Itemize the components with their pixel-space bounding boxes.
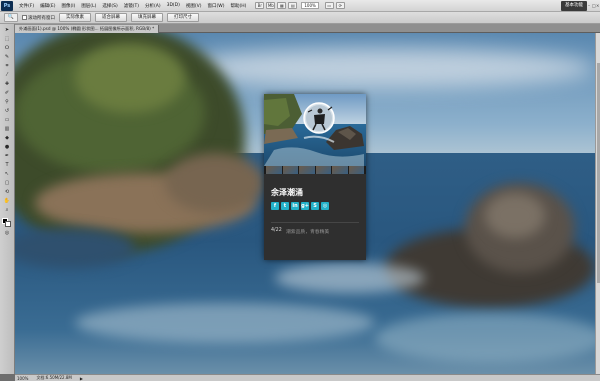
dodge-tool-icon[interactable]: ● [3, 144, 12, 151]
gradient-tool-icon[interactable]: ▥ [3, 126, 12, 133]
menu-window[interactable]: 窗口(W) [204, 3, 227, 9]
dribbble-icon[interactable]: ◎ [321, 202, 329, 210]
move-tool-icon[interactable]: ➤ [3, 27, 12, 34]
menu-analysis[interactable]: 分析(A) [142, 3, 164, 9]
canvas-clouds [175, 48, 595, 88]
print-size-button[interactable]: 打印尺寸 [167, 13, 199, 22]
vertical-scrollbar[interactable] [595, 33, 600, 374]
menu-layer[interactable]: 图层(L) [78, 3, 99, 9]
lasso-tool-icon[interactable]: ⵔ [3, 45, 12, 52]
thumbnail[interactable] [299, 166, 315, 174]
history-brush-tool-icon[interactable]: ↺ [3, 108, 12, 115]
arrange-docs-icon[interactable]: ▤ [288, 2, 298, 9]
card-thumbnail-strip [264, 166, 366, 174]
card-date: 4/22 [271, 228, 282, 233]
eyedropper-tool-icon[interactable]: ⁄ [3, 72, 12, 79]
screen-mode-icons: ▭ ⟳ [324, 2, 345, 9]
card-cover-svg [264, 94, 366, 166]
status-bar: 100% 文档:6.50M/22.8M ▶ [15, 374, 600, 381]
thumbnail[interactable] [266, 166, 282, 174]
blur-tool-icon[interactable]: ◆ [3, 135, 12, 142]
thumbnail[interactable] [282, 166, 298, 174]
zoom-level-field[interactable]: 100% [301, 2, 319, 9]
3d-rotate-tool-icon[interactable]: ⟲ [3, 189, 12, 196]
hand-tool-icon[interactable]: ✋ [3, 198, 12, 205]
card-cover-image [264, 94, 366, 166]
card-divider [271, 222, 359, 223]
options-bar: 🔍 滚动所有窗口 实际像素 适合屏幕 填充屏幕 打印尺寸 [0, 12, 600, 24]
zoom-tool-preset-icon[interactable]: 🔍 [4, 13, 18, 22]
skype-icon[interactable]: S [311, 202, 319, 210]
google-plus-icon[interactable]: g+ [301, 202, 309, 210]
card-description: 潮紫品质，青春精美 [286, 230, 330, 235]
pen-tool-icon[interactable]: ✒ [3, 153, 12, 160]
workspace-switcher[interactable]: 基本功能 [561, 1, 587, 11]
photoshop-logo: Ps [1, 0, 13, 11]
crop-tool-icon[interactable]: ⌗ [3, 63, 12, 70]
color-swatches[interactable] [2, 218, 12, 228]
menu-help[interactable]: 帮助(H) [227, 3, 249, 9]
canvas-waves [75, 303, 375, 343]
scroll-all-windows-checkbox[interactable]: 滚动所有窗口 [22, 15, 55, 21]
type-tool-icon[interactable]: T [3, 162, 12, 169]
bridge-icon[interactable]: Br [255, 2, 265, 9]
menu-edit[interactable]: 编辑(E) [37, 3, 58, 9]
document-tab-strip: 外滩画面(1).psd @ 100% (椭圆 形状图... 拓展图像所示面积, … [15, 24, 600, 33]
shape-tool-icon[interactable]: ▢ [3, 180, 12, 187]
social-icons-row: f t in g+ S ◎ [271, 202, 329, 210]
linkedin-icon[interactable]: in [291, 202, 299, 210]
twitter-icon[interactable]: t [281, 202, 289, 210]
clone-stamp-tool-icon[interactable]: ⚲ [3, 99, 12, 106]
status-doc-info: 文档:6.50M/22.8M [36, 375, 72, 380]
minibridge-icon[interactable]: Mb [266, 2, 276, 9]
facebook-icon[interactable]: f [271, 202, 279, 210]
brush-tool-icon[interactable]: ✐ [3, 90, 12, 97]
tools-panel: ➤ ⬚ ⵔ ✎ ⌗ ⁄ ✚ ✐ ⚲ ↺ ▭ ▥ ◆ ● ✒ T ↖ ▢ ⟲ ✋ … [0, 24, 15, 374]
checkbox-label: 滚动所有窗口 [28, 15, 55, 21]
healing-tool-icon[interactable]: ✚ [3, 81, 12, 88]
card-title: 余泽潮涌 [271, 188, 303, 197]
menu-filter[interactable]: 滤镜(T) [121, 3, 142, 9]
document-tab[interactable]: 外滩画面(1).psd @ 100% (椭圆 形状图... 拓展图像所示面积, … [15, 25, 160, 33]
screen-mode-icon[interactable]: ▭ [324, 2, 334, 9]
marquee-tool-icon[interactable]: ⬚ [3, 36, 12, 43]
header-tool-icons: Br Mb ▦ ▤ [255, 2, 298, 9]
menu-file[interactable]: 文件(F) [16, 3, 37, 9]
checkbox-box[interactable] [22, 15, 27, 20]
actual-pixels-button[interactable]: 实际像素 [59, 13, 91, 22]
background-color-swatch[interactable] [5, 221, 11, 227]
path-select-tool-icon[interactable]: ↖ [3, 171, 12, 178]
status-arrow-icon[interactable]: ▶ [80, 376, 83, 381]
menu-3d[interactable]: 3D(D) [164, 3, 183, 8]
fill-screen-button[interactable]: 填充屏幕 [131, 13, 163, 22]
menu-bar: Ps 文件(F) 编辑(E) 图像(I) 图层(L) 选择(S) 滤镜(T) 分… [0, 0, 600, 12]
view-extras-icon[interactable]: ▦ [277, 2, 287, 9]
quick-select-tool-icon[interactable]: ✎ [3, 54, 12, 61]
menu-image[interactable]: 图像(I) [58, 3, 78, 9]
profile-card: 余泽潮涌 f t in g+ S ◎ 4/22 潮紫品质，青春精美 [264, 94, 366, 260]
minimize-icon[interactable]: – [588, 1, 591, 11]
thumbnail[interactable] [332, 166, 348, 174]
eraser-tool-icon[interactable]: ▭ [3, 117, 12, 124]
quick-mask-icon[interactable]: ◎ [3, 230, 12, 237]
maximize-icon[interactable]: □ [592, 1, 596, 11]
zoom-tool-icon[interactable]: ⌕ [3, 207, 12, 214]
fit-screen-button[interactable]: 适合屏幕 [95, 13, 127, 22]
close-icon[interactable]: × [596, 1, 599, 11]
thumbnail[interactable] [315, 166, 331, 174]
thumbnail[interactable] [348, 166, 364, 174]
menu-view[interactable]: 视图(V) [183, 3, 205, 9]
window-controls: – □ × [588, 1, 599, 11]
status-zoom[interactable]: 100% [17, 376, 28, 381]
menu-select[interactable]: 选择(S) [99, 3, 120, 9]
rotate-view-icon[interactable]: ⟳ [335, 2, 345, 9]
